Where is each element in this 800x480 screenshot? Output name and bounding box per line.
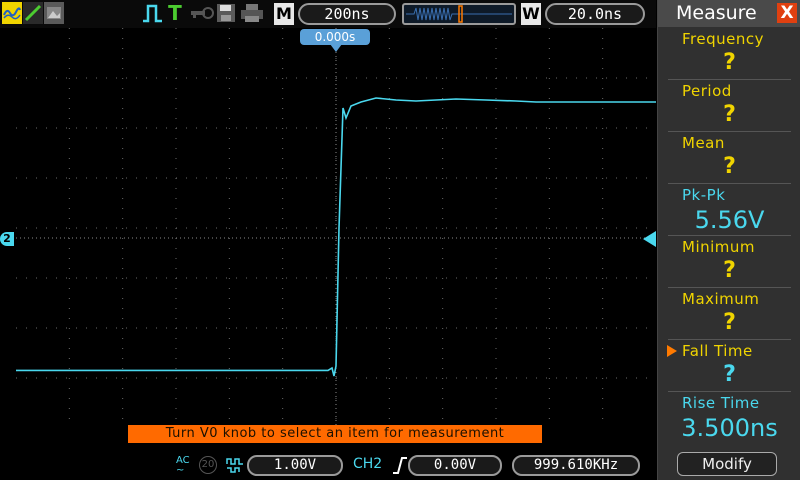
window-letter: W bbox=[521, 3, 541, 25]
trigger-icon[interactable]: T bbox=[166, 1, 184, 25]
line-icon[interactable] bbox=[23, 2, 43, 24]
waveform-graticule bbox=[16, 28, 656, 428]
measure-item-frequency[interactable]: Frequency ? bbox=[658, 28, 800, 80]
close-button[interactable]: X bbox=[777, 3, 797, 23]
frequency-counter: 999.610KHz bbox=[512, 455, 640, 476]
rising-edge-icon bbox=[392, 455, 408, 475]
measure-item-value: 5.56V bbox=[694, 206, 765, 234]
trigger-level-marker bbox=[643, 231, 656, 247]
print-icon[interactable] bbox=[240, 2, 264, 24]
memory-window-strip[interactable] bbox=[402, 3, 516, 25]
top-toolbar: T M 200ns W 20.0ns bbox=[0, 0, 656, 28]
pulse-icon[interactable] bbox=[142, 2, 164, 24]
trigger-level-value[interactable]: 0.00V bbox=[408, 455, 502, 476]
save-icon[interactable] bbox=[216, 2, 236, 24]
waveform-icon[interactable] bbox=[2, 2, 22, 24]
measure-item-label: Frequency bbox=[682, 30, 764, 48]
trigger-pointer bbox=[330, 44, 342, 52]
key-icon bbox=[190, 2, 214, 24]
measure-item-value: ? bbox=[723, 362, 736, 387]
measure-item-rise-time[interactable]: Rise Time 3.500ns bbox=[658, 392, 800, 444]
measure-item-period[interactable]: Period ? bbox=[658, 80, 800, 132]
window-value[interactable]: 20.0ns bbox=[545, 3, 645, 25]
measure-panel-header: Measure X bbox=[658, 0, 800, 27]
measure-item-label: Fall Time bbox=[682, 342, 753, 360]
selection-arrow-icon bbox=[667, 345, 677, 357]
measure-item-value: 3.500ns bbox=[681, 414, 778, 442]
measure-item-fall-time[interactable]: Fall Time ? bbox=[658, 340, 800, 392]
measure-item-label: Rise Time bbox=[682, 394, 760, 412]
measure-item-pk-pk[interactable]: Pk-Pk 5.56V bbox=[658, 184, 800, 236]
waveform-display bbox=[16, 28, 656, 452]
volts-per-div[interactable]: 1.00V bbox=[247, 455, 343, 476]
measure-item-value: ? bbox=[723, 102, 736, 127]
measure-item-label: Maximum bbox=[682, 290, 760, 308]
invert-icon bbox=[226, 455, 244, 475]
measure-item-maximum[interactable]: Maximum ? bbox=[658, 288, 800, 340]
measure-item-label: Mean bbox=[682, 134, 725, 152]
measure-panel: Measure X Frequency ? Period ? Mean ? Pk… bbox=[657, 0, 800, 480]
measure-item-value: ? bbox=[723, 310, 736, 335]
measure-item-mean[interactable]: Mean ? bbox=[658, 132, 800, 184]
trigger-position-badge: 0.000s bbox=[300, 29, 370, 45]
timebase-letter: M bbox=[274, 3, 294, 25]
image-icon[interactable] bbox=[44, 2, 64, 24]
measure-item-minimum[interactable]: Minimum ? bbox=[658, 236, 800, 288]
timebase-value[interactable]: 200ns bbox=[298, 3, 396, 25]
bandwidth-limit-icon: 20 bbox=[199, 456, 217, 474]
measure-item-label: Minimum bbox=[682, 238, 756, 256]
status-message: Turn V0 knob to select an item for measu… bbox=[128, 425, 542, 443]
modify-button[interactable]: Modify bbox=[677, 452, 777, 476]
measure-item-value: ? bbox=[723, 154, 736, 179]
coupling-icon: AC ~ bbox=[176, 455, 190, 476]
measure-title: Measure bbox=[676, 2, 757, 24]
measure-item-value: ? bbox=[723, 258, 736, 283]
trigger-channel: CH2 bbox=[353, 456, 383, 472]
measure-item-label: Pk-Pk bbox=[682, 186, 726, 204]
measure-item-value: ? bbox=[723, 50, 736, 75]
channel-marker: 2 bbox=[0, 232, 14, 246]
measure-item-label: Period bbox=[682, 82, 732, 100]
